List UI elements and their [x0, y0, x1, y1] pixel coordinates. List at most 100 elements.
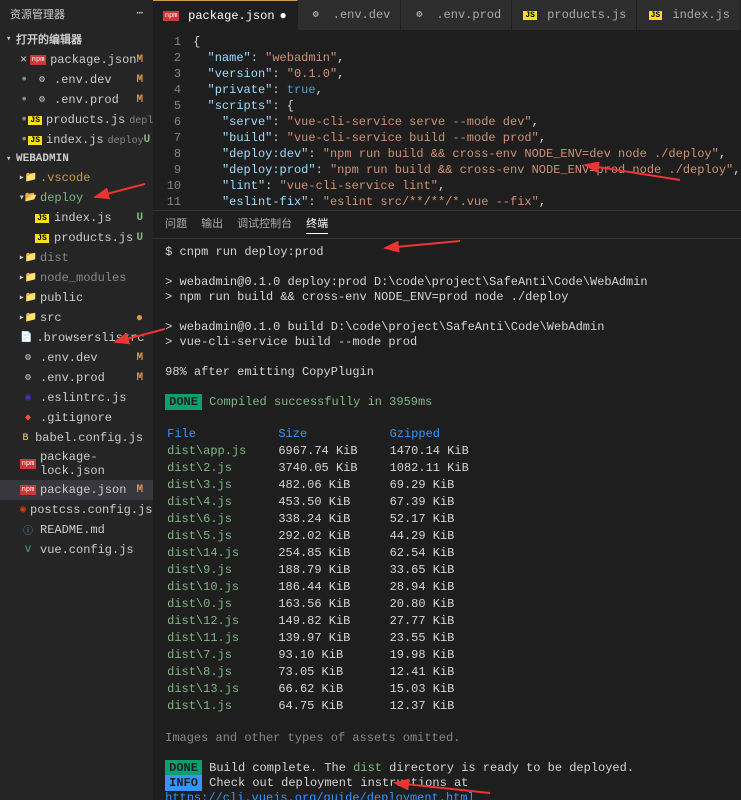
dot-icon: • — [20, 112, 28, 128]
tree-item[interactable]: 📄.browserslistrc — [0, 328, 153, 348]
gutter: 1234567891011 — [153, 34, 193, 210]
file-label: .eslintrc.js — [40, 391, 143, 405]
file-icon: ▸ 📁 — [20, 310, 36, 326]
tab-modified-icon: ● — [280, 9, 287, 23]
editor-tab[interactable]: JS products.js — [512, 0, 637, 30]
vcs-status: U — [137, 212, 150, 224]
code-area[interactable]: { "name": "webadmin", "version": "0.1.0"… — [193, 34, 741, 210]
editor-tab[interactable]: JSindex.js — [637, 0, 741, 30]
editor: 1234567891011 { "name": "webadmin", "ver… — [153, 30, 741, 210]
file-label: products.js — [54, 231, 137, 245]
dot-icon: • — [20, 132, 28, 148]
project-header[interactable]: ▾ WEBADMIN — [0, 150, 153, 168]
more-icon[interactable]: ⋯ — [137, 6, 144, 22]
file-label: index.js — [54, 211, 137, 225]
tree-item[interactable]: ▾ 📂deploy — [0, 188, 153, 208]
file-icon: ⚙ — [20, 370, 36, 386]
tree-item[interactable]: Vvue.config.js — [0, 540, 153, 560]
terminal-panel: 问题输出调试控制台终端 $ cnpm run deploy:prod > web… — [153, 210, 741, 800]
file-label: babel.config.js — [35, 431, 143, 445]
open-editor-item[interactable]: •⚙.env.devM — [0, 70, 153, 90]
file-icon: npm — [163, 8, 179, 24]
tree-item[interactable]: JSindex.jsU — [0, 208, 153, 228]
file-label: README.md — [40, 523, 143, 537]
file-tree: ▸ 📁.vscode▾ 📂deployJSindex.jsU JS products… — [0, 168, 153, 560]
file-icon: npm — [20, 482, 36, 498]
file-icon: JS — [522, 7, 538, 23]
editor-tab[interactable]: ⚙.env.prod — [401, 0, 512, 30]
file-label: .gitignore — [40, 411, 143, 425]
file-icon: ⚙ — [34, 72, 50, 88]
file-icon: ⚙ — [34, 92, 50, 108]
vcs-status: M — [137, 352, 150, 364]
main-area: npm package.json ● ⚙.env.dev⚙.env.prod JS pro… — [153, 0, 741, 800]
file-label: postcss.config.js — [30, 503, 152, 517]
tree-item[interactable]: ▸ 📁.vscode — [0, 168, 153, 188]
editor-tab[interactable]: npm package.json ● — [153, 0, 298, 30]
file-icon: ⚙ — [20, 350, 36, 366]
file-icon: ▸ 📁 — [20, 170, 36, 186]
tree-item[interactable]: ⓘREADME.md — [0, 520, 153, 540]
file-icon: ▸ 📁 — [20, 250, 36, 266]
file-label: products.jsdeploy — [46, 113, 153, 127]
vcs-status: M — [137, 74, 150, 86]
tree-item[interactable]: ▸ 📁 dist — [0, 248, 153, 268]
tree-item[interactable]: npmpackage-lock.json — [0, 448, 153, 480]
file-icon: 📄 — [20, 330, 32, 346]
file-label: dist — [40, 251, 143, 265]
editor-tabs: npm package.json ● ⚙.env.dev⚙.env.prod JS pro… — [153, 0, 741, 30]
chevron-down-icon: ▾ — [6, 34, 16, 44]
vcs-status: U — [137, 232, 150, 244]
terminal-tab[interactable]: 输出 — [201, 215, 223, 234]
file-label: public — [40, 291, 143, 305]
file-icon: V — [20, 542, 36, 558]
tree-item[interactable]: Bbabel.config.js — [0, 428, 153, 448]
tree-item[interactable]: ▸ 📁src● — [0, 308, 153, 328]
tree-item[interactable]: ▸ 📁node_modules — [0, 268, 153, 288]
file-icon: npm — [20, 456, 36, 472]
close-icon[interactable]: × — [20, 53, 30, 67]
file-icon: ◆ — [20, 410, 36, 426]
file-label: package.json — [50, 53, 136, 67]
terminal-tab[interactable]: 调试控制台 — [237, 215, 292, 234]
file-icon: ◉ — [20, 502, 26, 518]
tree-item[interactable]: ◉ postcss.config.js — [0, 500, 153, 520]
terminal-tab[interactable]: 终端 — [306, 215, 328, 234]
file-label: .env.dev — [54, 73, 137, 87]
file-label: .env.prod — [54, 93, 137, 107]
tree-item[interactable]: ◉.eslintrc.js — [0, 388, 153, 408]
tree-item[interactable]: ▸ 📁public — [0, 288, 153, 308]
file-label: index.jsdeploy — [46, 133, 144, 147]
open-editors-label: 打开的编辑器 — [16, 31, 82, 47]
file-icon: B — [20, 430, 31, 446]
tree-item[interactable]: ◆ .gitignore — [0, 408, 153, 428]
editor-tab[interactable]: ⚙.env.dev — [298, 0, 402, 30]
terminal-body[interactable]: $ cnpm run deploy:prod > webadmin@0.1.0 … — [153, 239, 741, 800]
tab-label: .env.prod — [436, 8, 501, 22]
tree-item[interactable]: npmpackage.jsonM — [0, 480, 153, 500]
open-editor-item[interactable]: ×npmpackage.jsonM — [0, 50, 153, 70]
open-editor-item[interactable]: •JSproducts.jsdeployU — [0, 110, 153, 130]
terminal-tab[interactable]: 问题 — [165, 215, 187, 234]
open-editors-header[interactable]: ▾ 打开的编辑器 — [0, 28, 153, 50]
tree-item[interactable]: ⚙.env.prodM — [0, 368, 153, 388]
tree-item[interactable]: ⚙.env.devM — [0, 348, 153, 368]
tree-item[interactable]: JS products.jsU — [0, 228, 153, 248]
tab-label: products.js — [547, 8, 626, 22]
file-icon: JS — [28, 132, 42, 148]
terminal-tabs: 问题输出调试控制台终端 — [153, 211, 741, 239]
vcs-status: M — [137, 372, 150, 384]
tab-label: package.json — [188, 9, 274, 23]
sidebar: 资源管理器 ⋯ ▾ 打开的编辑器 ×npmpackage.jsonM•⚙.env… — [0, 0, 153, 800]
file-icon: JS — [28, 112, 42, 128]
vcs-status: M — [137, 54, 150, 66]
open-editor-item[interactable]: •JS index.jsdeployU — [0, 130, 153, 150]
dot-icon: • — [20, 92, 34, 108]
file-icon: JS — [34, 230, 50, 246]
file-label: deploy — [40, 191, 143, 205]
tab-label: index.js — [672, 8, 730, 22]
open-editor-item[interactable]: •⚙.env.prodM — [0, 90, 153, 110]
vcs-status: U — [144, 134, 153, 146]
tab-label: .env.dev — [333, 8, 391, 22]
file-label: package.json — [40, 483, 137, 497]
